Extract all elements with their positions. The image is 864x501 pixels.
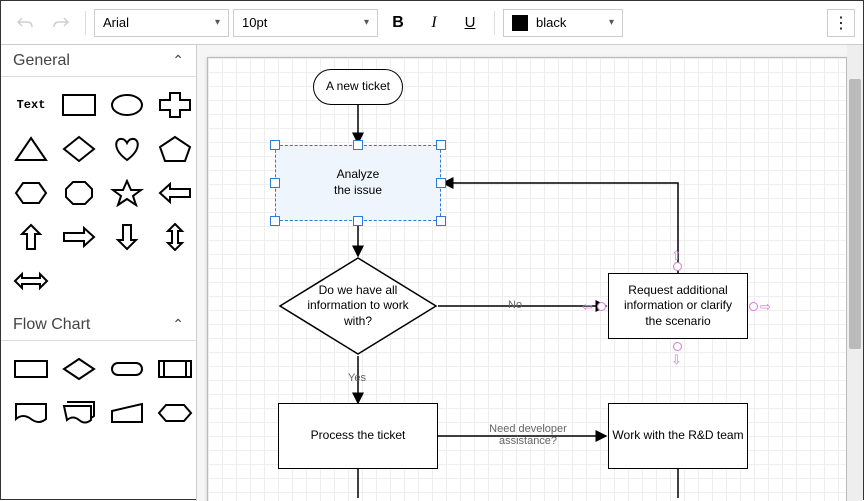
- shape-arrow-up[interactable]: [9, 219, 53, 255]
- shape-hexagon[interactable]: [9, 175, 53, 211]
- connection-arrow-icon: ⇦: [582, 299, 593, 315]
- redo-button[interactable]: [45, 9, 77, 37]
- shape-diamond[interactable]: [57, 131, 101, 167]
- chevron-up-icon: ⌃: [172, 52, 184, 69]
- shape-fc-preparation[interactable]: [153, 395, 197, 431]
- shape-cross[interactable]: [153, 87, 197, 123]
- node-analyze[interactable]: Analyze the issue: [275, 145, 441, 221]
- node-rd[interactable]: Work with the R&D team: [608, 403, 748, 469]
- chevron-down-icon: ▾: [364, 17, 369, 28]
- shape-arrow-down[interactable]: [105, 219, 149, 255]
- sidebar-section-general[interactable]: General ⌃: [1, 45, 196, 77]
- font-family-label: Arial: [103, 15, 129, 30]
- canvas-area: A new ticket Analyze the issue Do we hav…: [197, 45, 863, 501]
- connection-handle[interactable]: [673, 342, 682, 351]
- connection-handle[interactable]: [749, 302, 758, 311]
- connection-arrow-icon: ⇩: [671, 352, 682, 368]
- more-options-button[interactable]: ⋮: [827, 9, 855, 37]
- node-start[interactable]: A new ticket: [313, 69, 403, 105]
- shape-rectangle[interactable]: [57, 87, 101, 123]
- shape-sidebar: General ⌃ Text Flow Chart ⌃: [1, 45, 197, 501]
- chevron-down-icon: ▾: [215, 17, 220, 28]
- font-size-dropdown[interactable]: 10pt ▾: [233, 9, 378, 37]
- shape-triangle[interactable]: [9, 131, 53, 167]
- sidebar-section-flowchart[interactable]: Flow Chart ⌃: [1, 309, 196, 341]
- separator: [85, 11, 86, 35]
- connection-arrow-icon: ⇨: [760, 299, 771, 315]
- shape-arrow-updown[interactable]: [153, 219, 197, 255]
- selection-handle[interactable]: [353, 140, 363, 150]
- shape-fc-multidoc[interactable]: [57, 395, 101, 431]
- shape-fc-terminator[interactable]: [105, 351, 149, 387]
- scrollbar-thumb[interactable]: [849, 79, 861, 349]
- general-shapes-grid: Text: [1, 77, 196, 309]
- underline-button[interactable]: U: [454, 9, 486, 37]
- shape-fc-manualinput[interactable]: [105, 395, 149, 431]
- shape-octagon[interactable]: [57, 175, 101, 211]
- node-process[interactable]: Process the ticket: [278, 403, 438, 469]
- edge-label-yes: Yes: [348, 372, 366, 384]
- section-title: General: [13, 52, 70, 70]
- node-label: Work with the R&D team: [612, 428, 743, 444]
- shape-arrow-right[interactable]: [57, 219, 101, 255]
- shape-fc-predefined[interactable]: [153, 351, 197, 387]
- undo-button[interactable]: [9, 9, 41, 37]
- italic-button[interactable]: I: [418, 9, 450, 37]
- selection-handle[interactable]: [270, 140, 280, 150]
- node-decision[interactable]: Do we have all information to work with?: [278, 256, 438, 356]
- flowchart-shapes-grid: [1, 341, 196, 441]
- shape-text[interactable]: Text: [9, 87, 53, 123]
- selection-handle[interactable]: [436, 140, 446, 150]
- shape-arrow-leftright[interactable]: [9, 263, 53, 299]
- font-color-dropdown[interactable]: black ▾: [503, 9, 623, 37]
- color-swatch: [512, 15, 528, 31]
- connection-handle[interactable]: [597, 302, 606, 311]
- bold-button[interactable]: B: [382, 9, 414, 37]
- node-request[interactable]: Request additional information or clarif…: [608, 273, 748, 339]
- selection-handle[interactable]: [436, 178, 446, 188]
- edge-label-no: No: [508, 299, 522, 311]
- separator: [494, 11, 495, 35]
- shape-fc-process[interactable]: [9, 351, 53, 387]
- selection-handle[interactable]: [270, 178, 280, 188]
- font-size-label: 10pt: [242, 15, 267, 30]
- connection-arrow-icon: ⇧: [671, 248, 682, 264]
- shape-star[interactable]: [105, 175, 149, 211]
- font-family-dropdown[interactable]: Arial ▾: [94, 9, 229, 37]
- node-label: A new ticket: [326, 79, 390, 95]
- selection-handle[interactable]: [436, 216, 446, 226]
- more-icon: ⋮: [833, 13, 849, 33]
- node-label: Process the ticket: [311, 428, 406, 444]
- diagram-canvas[interactable]: A new ticket Analyze the issue Do we hav…: [207, 57, 847, 501]
- shape-fc-document[interactable]: [9, 395, 53, 431]
- chevron-up-icon: ⌃: [172, 316, 184, 333]
- shape-fc-decision[interactable]: [57, 351, 101, 387]
- vertical-scrollbar[interactable]: [847, 45, 863, 501]
- chevron-down-icon: ▾: [609, 17, 614, 28]
- canvas-scroll-container[interactable]: A new ticket Analyze the issue Do we hav…: [197, 45, 847, 501]
- shape-ellipse[interactable]: [105, 87, 149, 123]
- node-label: Analyze the issue: [334, 167, 382, 198]
- node-label: Do we have all information to work with?: [278, 283, 438, 330]
- section-title: Flow Chart: [13, 316, 90, 334]
- toolbar: Arial ▾ 10pt ▾ B I U black ▾ ⋮: [1, 1, 863, 45]
- selection-handle[interactable]: [270, 216, 280, 226]
- shape-pentagon[interactable]: [153, 131, 197, 167]
- node-label: Request additional information or clarif…: [617, 283, 739, 330]
- shape-heart[interactable]: [105, 131, 149, 167]
- edge-label-dev: Need developer assistance?: [473, 423, 583, 447]
- selection-handle[interactable]: [353, 216, 363, 226]
- color-label: black: [536, 15, 566, 30]
- shape-arrow-left[interactable]: [153, 175, 197, 211]
